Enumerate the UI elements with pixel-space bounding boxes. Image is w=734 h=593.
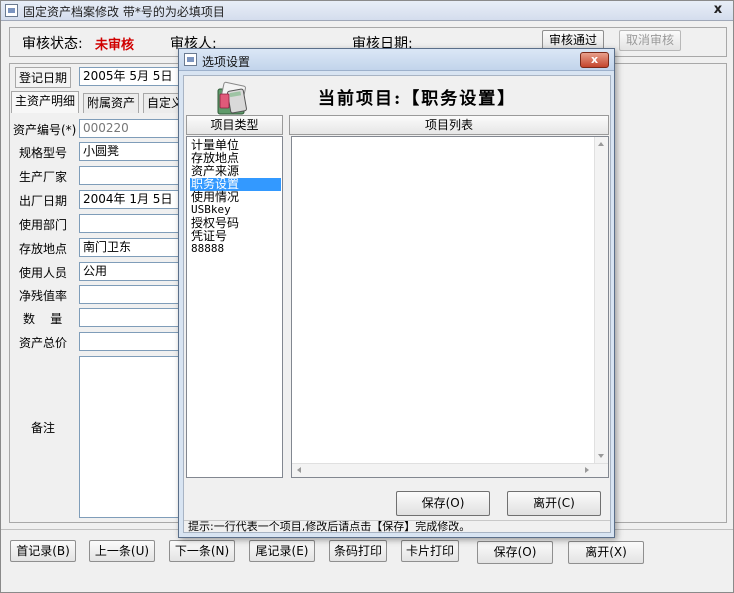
scroll-down-icon[interactable]: [598, 454, 604, 458]
next-record-button[interactable]: 下一条(N): [169, 540, 235, 562]
main-close-icon[interactable]: x: [709, 2, 727, 18]
type-column-header[interactable]: 项目类型: [186, 115, 283, 135]
field-label-location: 存放地点: [19, 242, 68, 256]
factory-date-field[interactable]: 2004年 1月 5日: [79, 190, 183, 209]
location-field[interactable]: 南门卫东: [79, 238, 183, 257]
scroll-right-icon[interactable]: [585, 467, 589, 473]
field-label-user: 使用人员: [19, 266, 68, 280]
scroll-up-icon[interactable]: [598, 142, 604, 146]
hint-status-bar: 提示:一行代表一个项目,修改后请点击【保存】完成修改。: [184, 520, 610, 533]
last-record-button[interactable]: 尾记录(E): [249, 540, 315, 562]
prev-record-button[interactable]: 上一条(U): [89, 540, 155, 562]
item-list-textarea[interactable]: [291, 136, 609, 478]
field-label-manufacturer: 生产厂家: [19, 170, 68, 184]
tab-main-asset[interactable]: 主资产明细: [11, 91, 80, 113]
main-title-bar: 固定资产档案修改 带*号的为必填项目 x: [1, 1, 733, 21]
calculator-icon: [217, 81, 247, 115]
type-item-88888[interactable]: 88888: [191, 243, 224, 256]
first-record-button[interactable]: 首记录(B): [10, 540, 76, 562]
field-label-residual-rate: 净残值率: [19, 289, 68, 303]
manufacturer-field[interactable]: [79, 166, 183, 185]
residual-rate-field[interactable]: [79, 285, 183, 304]
scroll-left-icon[interactable]: [297, 467, 301, 473]
model-field[interactable]: 小圆凳: [79, 142, 183, 161]
dialog-title: 选项设置: [202, 55, 251, 69]
asset-no-field[interactable]: 000220: [79, 119, 183, 138]
app-icon: [5, 4, 18, 17]
card-print-button[interactable]: 卡片打印: [401, 540, 459, 562]
field-label-department: 使用部门: [19, 218, 68, 232]
main-save-button[interactable]: 保存(O): [477, 541, 553, 564]
audit-status-label: 审核状态:: [22, 36, 83, 52]
field-label-total-price: 资产总价: [19, 336, 68, 350]
list-column-header[interactable]: 项目列表: [289, 115, 609, 135]
vertical-scrollbar[interactable]: [594, 137, 608, 463]
total-price-field[interactable]: [79, 332, 183, 351]
barcode-print-button[interactable]: 条码打印: [329, 540, 387, 562]
dialog-title-bar[interactable]: 选项设置 x: [179, 49, 614, 71]
audit-status-value: 未审核: [95, 38, 135, 53]
item-type-list[interactable]: 计量单位 存放地点 资产来源 职务设置 使用情况 USBkey 授权号码 凭证号…: [186, 136, 283, 478]
options-dialog: 选项设置 x 当前项目:【职务设置】 项目类型 项目列表 计量单位 存放地点 资…: [178, 48, 615, 538]
quantity-field[interactable]: [79, 308, 183, 327]
field-label-asset-no: 资产编号(*): [13, 123, 77, 137]
current-item-title: 当前项目:【职务设置】: [318, 89, 517, 109]
main-window-title: 固定资产档案修改 带*号的为必填项目: [23, 5, 225, 19]
main-leave-button[interactable]: 离开(X): [568, 541, 644, 564]
user-field[interactable]: 公用: [79, 262, 183, 281]
tab-attached-asset[interactable]: 附属资产: [83, 93, 140, 113]
reg-date-label: 登记日期: [15, 67, 72, 88]
remark-textarea[interactable]: [79, 356, 183, 518]
field-label-model: 规格型号: [19, 146, 68, 160]
dialog-save-button[interactable]: 保存(O): [396, 491, 490, 516]
field-label-factory-date: 出厂日期: [19, 194, 68, 208]
horizontal-scrollbar[interactable]: [292, 463, 608, 477]
department-field[interactable]: [79, 214, 183, 233]
dialog-app-icon: [184, 53, 197, 66]
cancel-audit-button[interactable]: 取消审核: [619, 30, 681, 51]
dialog-close-button[interactable]: x: [580, 52, 609, 68]
dialog-body: 当前项目:【职务设置】 项目类型 项目列表 计量单位 存放地点 资产来源 职务设…: [183, 75, 611, 533]
reg-date-field[interactable]: 2005年 5月 5日: [79, 67, 183, 86]
field-label-quantity: 数 量: [23, 312, 63, 326]
remark-label: 备注: [31, 421, 56, 435]
dialog-leave-button[interactable]: 离开(C): [507, 491, 601, 516]
